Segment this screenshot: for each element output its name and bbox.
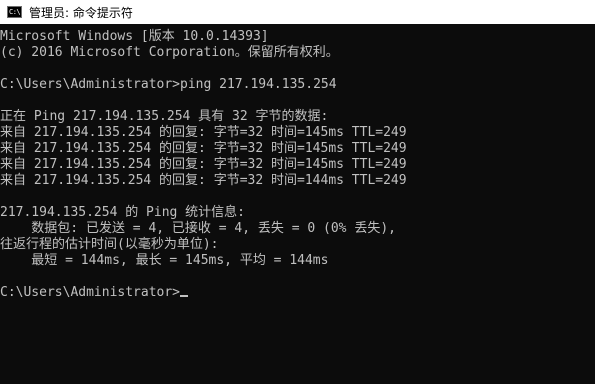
console-line-stats-header: 217.194.135.254 的 Ping 统计信息: [0, 205, 246, 220]
console-line-packets: 数据包: 已发送 = 4, 已接收 = 4, 丢失 = 0 (0% 丢失), [0, 221, 396, 236]
cmd-icon[interactable]: C:\ [7, 6, 22, 18]
console-line-blank [0, 93, 407, 109]
console-area[interactable]: Microsoft Windows [版本 10.0.14393] (c) 20… [0, 24, 595, 384]
console-line-reply: 来自 217.194.135.254 的回复: 字节=32 时间=145ms T… [0, 157, 407, 172]
console-line-blank [0, 189, 407, 205]
cmd-icon-label: C:\ [9, 7, 21, 16]
command-prompt-window: C:\ 管理员: 命令提示符 Microsoft Windows [版本 10.… [0, 0, 595, 384]
console-prompt-line[interactable]: C:\Users\Administrator> [0, 285, 407, 301]
console-line-copyright: (c) 2016 Microsoft Corporation。保留所有权利。 [0, 45, 339, 60]
title-bar[interactable]: C:\ 管理员: 命令提示符 [0, 0, 595, 24]
console-line-reply: 来自 217.194.135.254 的回复: 字节=32 时间=145ms T… [0, 141, 407, 156]
console-line-blank [0, 61, 407, 77]
console-line-rtt-header: 往返行程的估计时间(以毫秒为单位): [0, 237, 219, 252]
console-line-reply: 来自 217.194.135.254 的回复: 字节=32 时间=144ms T… [0, 173, 407, 188]
console-output: Microsoft Windows [版本 10.0.14393] (c) 20… [0, 29, 407, 301]
window-title: 管理员: 命令提示符 [29, 5, 133, 20]
console-line-blank [0, 269, 407, 285]
console-prompt: C:\Users\Administrator> [0, 285, 181, 300]
console-line-reply: 来自 217.194.135.254 的回复: 字节=32 时间=145ms T… [0, 125, 407, 140]
console-line-command: C:\Users\Administrator>ping 217.194.135.… [0, 77, 337, 92]
console-line-rtt-values: 最短 = 144ms, 最长 = 145ms, 平均 = 144ms [0, 253, 329, 268]
text-cursor [180, 295, 189, 297]
console-line-version: Microsoft Windows [版本 10.0.14393] [0, 29, 269, 44]
console-line-ping-header: 正在 Ping 217.194.135.254 具有 32 字节的数据: [0, 109, 329, 124]
